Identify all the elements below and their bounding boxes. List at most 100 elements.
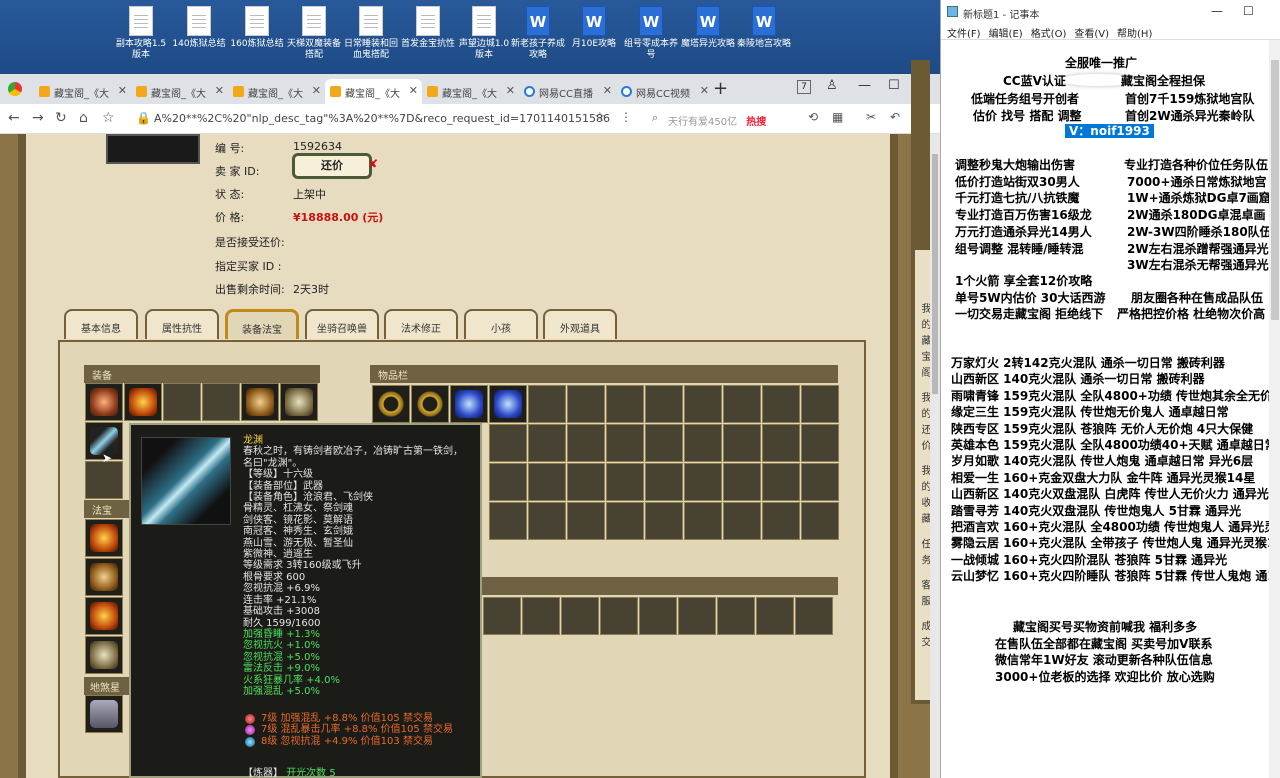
game-tab[interactable]: 属性抗性 bbox=[145, 309, 219, 339]
item-slot[interactable] bbox=[85, 636, 123, 674]
empty-slot[interactable] bbox=[606, 502, 644, 540]
bookmark-icon[interactable]: ☆ bbox=[102, 110, 115, 126]
sync-icon[interactable]: ⟲ bbox=[808, 110, 818, 124]
tab-close-icon[interactable]: ✕ bbox=[215, 84, 224, 97]
item-slot[interactable] bbox=[85, 558, 123, 596]
search-box[interactable]: ⌕ 天行有爱450亿 热搜 bbox=[648, 108, 798, 130]
scissors-icon[interactable]: ✂ bbox=[866, 110, 876, 124]
haggle-button[interactable]: 还价 bbox=[292, 153, 372, 179]
empty-slot[interactable] bbox=[801, 463, 839, 501]
empty-slot[interactable] bbox=[723, 463, 761, 501]
home-icon[interactable]: ⌂ bbox=[79, 110, 88, 126]
desktop-icon[interactable]: W 月10E攻略 bbox=[565, 4, 623, 50]
desktop-icon[interactable]: 首发金宝抗性 bbox=[399, 4, 457, 50]
star-icon[interactable]: ☆ bbox=[594, 110, 606, 125]
empty-slot[interactable] bbox=[762, 385, 800, 423]
tab-close-icon[interactable]: ✕ bbox=[603, 84, 612, 97]
new-tab-icon[interactable]: + bbox=[713, 78, 728, 99]
empty-slot[interactable] bbox=[801, 424, 839, 462]
empty-slot[interactable] bbox=[522, 597, 560, 635]
right-sidebar-text[interactable]: 我的藏宝阁 我的还价 我的收藏 任务 客服 成交 bbox=[915, 250, 930, 700]
game-tab[interactable]: 法术修正 bbox=[384, 309, 458, 339]
empty-slot[interactable] bbox=[723, 502, 761, 540]
desktop-icon[interactable]: W 组号零成本养号 bbox=[622, 4, 680, 61]
empty-slot[interactable] bbox=[684, 385, 722, 423]
tab-4[interactable]: 藏宝阁_《大 ✕ bbox=[325, 79, 422, 104]
item-slot[interactable] bbox=[85, 383, 123, 421]
desktop-icon[interactable]: 副本攻略1.5版本 bbox=[112, 4, 170, 61]
item-slot[interactable] bbox=[280, 383, 318, 421]
empty-slot[interactable] bbox=[639, 597, 677, 635]
notepad-menu-item[interactable]: 编辑(E) bbox=[989, 29, 1023, 40]
tab-count-badge[interactable]: 7 bbox=[797, 80, 811, 94]
page-scrollbar[interactable] bbox=[930, 134, 940, 778]
empty-slot[interactable] bbox=[645, 385, 683, 423]
tab-5[interactable]: 藏宝阁_《大 ✕ bbox=[422, 79, 519, 104]
desktop-icon[interactable]: W 魔塔异光攻略 bbox=[679, 4, 737, 50]
empty-slot[interactable] bbox=[801, 502, 839, 540]
game-tab[interactable]: 坐骑召唤兽 bbox=[305, 309, 379, 339]
tab-close-icon[interactable]: ✕ bbox=[506, 84, 515, 97]
back-icon[interactable]: ← bbox=[8, 110, 20, 126]
empty-slot[interactable] bbox=[489, 424, 527, 462]
empty-slot[interactable] bbox=[483, 597, 521, 635]
tab-6[interactable]: 网易CC直播 ✕ bbox=[519, 79, 616, 104]
empty-slot[interactable] bbox=[528, 463, 566, 501]
empty-slot[interactable] bbox=[528, 424, 566, 462]
minimize-icon[interactable]: — bbox=[858, 78, 871, 93]
empty-slot[interactable] bbox=[795, 597, 833, 635]
empty-slot[interactable] bbox=[567, 385, 605, 423]
tab-2[interactable]: 藏宝阁_《大 ✕ bbox=[131, 79, 228, 104]
empty-slot[interactable] bbox=[567, 424, 605, 462]
desktop-icon[interactable]: W 新老孩子养成攻略 bbox=[509, 4, 567, 61]
item-slot[interactable] bbox=[85, 695, 123, 733]
empty-slot[interactable] bbox=[567, 502, 605, 540]
empty-slot[interactable] bbox=[85, 461, 123, 499]
undo-icon[interactable]: ↶ bbox=[890, 110, 900, 124]
np-maximize-icon[interactable]: ☐ bbox=[1243, 4, 1254, 18]
reload-icon[interactable]: ↻ bbox=[55, 110, 67, 126]
empty-slot[interactable] bbox=[606, 424, 644, 462]
game-tab[interactable]: 外观道具 bbox=[543, 309, 617, 339]
empty-slot[interactable] bbox=[762, 463, 800, 501]
notepad-scrollbar[interactable] bbox=[1269, 40, 1280, 778]
desktop-icon[interactable]: W 秦陵地宫攻略 bbox=[735, 4, 793, 50]
apps-icon[interactable]: ▦ bbox=[832, 110, 843, 124]
empty-slot[interactable] bbox=[762, 502, 800, 540]
desktop-icon[interactable]: 声望边城1.0版本 bbox=[455, 4, 513, 61]
tab-close-icon[interactable]: ✕ bbox=[118, 84, 127, 97]
empty-slot[interactable] bbox=[528, 502, 566, 540]
menu-dots-icon[interactable]: ⋮ bbox=[620, 110, 632, 124]
notepad-menu-item[interactable]: 帮助(H) bbox=[1117, 29, 1152, 40]
empty-slot[interactable] bbox=[489, 463, 527, 501]
tab-close-icon[interactable]: ✕ bbox=[312, 84, 321, 97]
empty-slot[interactable] bbox=[202, 383, 240, 421]
empty-slot[interactable] bbox=[645, 502, 683, 540]
empty-slot[interactable] bbox=[678, 597, 716, 635]
empty-slot[interactable] bbox=[606, 385, 644, 423]
tab-close-icon[interactable]: ✕ bbox=[409, 84, 418, 97]
item-slot[interactable] bbox=[372, 385, 410, 423]
desktop-icon[interactable]: 160炼狱总结 bbox=[228, 4, 286, 50]
empty-slot[interactable] bbox=[684, 424, 722, 462]
empty-slot[interactable] bbox=[756, 597, 794, 635]
notepad-menu-item[interactable]: 格式(O) bbox=[1031, 29, 1067, 40]
empty-slot[interactable] bbox=[561, 597, 599, 635]
empty-slot[interactable] bbox=[723, 424, 761, 462]
notepad-menu-item[interactable]: 查看(V) bbox=[1074, 29, 1109, 40]
empty-slot[interactable] bbox=[645, 424, 683, 462]
tab-1[interactable]: 藏宝阁_《大 ✕ bbox=[34, 79, 131, 104]
empty-slot[interactable] bbox=[684, 502, 722, 540]
empty-slot[interactable] bbox=[567, 463, 605, 501]
game-tab[interactable]: 装备法宝 bbox=[225, 309, 299, 339]
tab-7[interactable]: 网易CC视频 ✕ bbox=[616, 79, 713, 104]
notepad-menu-item[interactable]: 文件(F) bbox=[947, 29, 981, 40]
empty-slot[interactable] bbox=[762, 424, 800, 462]
item-slot[interactable] bbox=[124, 383, 162, 421]
tab-close-icon[interactable]: ✕ bbox=[700, 84, 709, 97]
empty-slot[interactable] bbox=[163, 383, 201, 421]
address-bar[interactable]: 🔒 A%20**%2C%20"nlp_desc_tag"%3A%20**%7D&… bbox=[130, 108, 610, 130]
empty-slot[interactable] bbox=[489, 502, 527, 540]
item-slot[interactable] bbox=[489, 385, 527, 423]
desktop-icon[interactable]: 日常睡装和回血鬼搭配 bbox=[342, 4, 400, 61]
